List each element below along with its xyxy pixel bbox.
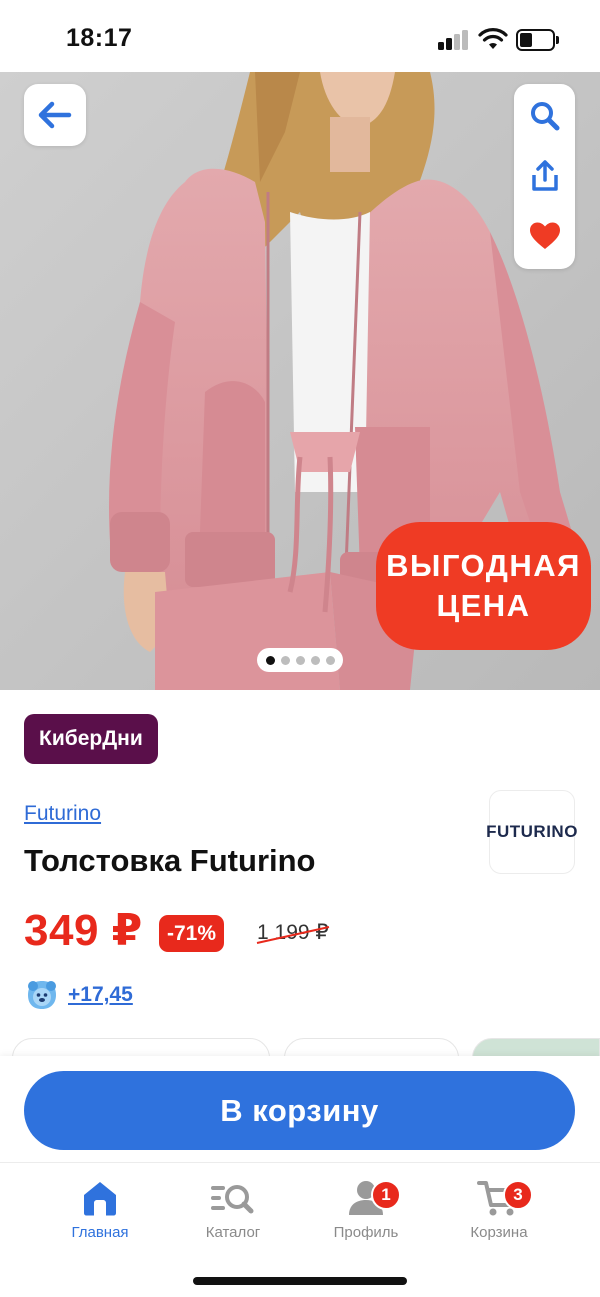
pagination-dot[interactable]	[310, 655, 320, 665]
search-button[interactable]	[514, 86, 575, 146]
bonus-points-link[interactable]: +17,45	[68, 983, 133, 1007]
nav-item-home[interactable]: Главная	[45, 1176, 155, 1246]
old-price-strikethrough	[256, 926, 330, 944]
signal-icon	[438, 30, 470, 50]
nav-item-catalog[interactable]: Каталог	[178, 1176, 288, 1246]
battery-icon	[516, 29, 560, 51]
favorite-button[interactable]	[514, 206, 575, 266]
heart-icon	[529, 222, 560, 249]
current-price: 349 ₽	[24, 906, 143, 955]
promo-line1: ВЫГОДНАЯ	[386, 548, 581, 583]
status-time: 18:17	[66, 24, 133, 52]
catalog-search-icon	[178, 1176, 288, 1220]
profile-icon	[311, 1176, 421, 1220]
brand-logo[interactable]: FUTURINO	[486, 790, 577, 874]
bonus-bear-icon	[28, 981, 56, 1009]
nav-label: Главная	[71, 1224, 129, 1241]
product-actions-panel	[514, 84, 575, 269]
share-icon	[531, 160, 558, 191]
product-image-gallery[interactable]: ВЫГОДНАЯ ЦЕНА	[0, 72, 600, 690]
wifi-icon	[478, 28, 508, 49]
pagination-dot[interactable]	[295, 655, 305, 665]
promo-sticker: ВЫГОДНАЯ ЦЕНА	[376, 522, 591, 650]
discount-badge: -71%	[159, 915, 225, 952]
pagination-dot[interactable]	[265, 655, 275, 665]
profile-notification-badge: 1	[371, 1180, 401, 1210]
home-indicator[interactable]	[193, 1277, 407, 1285]
pagination-dot[interactable]	[325, 655, 335, 665]
nav-label: Профиль	[333, 1224, 399, 1241]
back-button[interactable]	[24, 84, 86, 146]
nav-item-cart[interactable]: Корзина	[444, 1176, 554, 1246]
search-icon	[530, 102, 559, 131]
arrow-left-icon	[38, 101, 72, 129]
cart-count-badge: 3	[503, 1180, 533, 1210]
status-bar: 18:17	[0, 0, 600, 72]
share-button[interactable]	[514, 146, 575, 206]
pagination-dot[interactable]	[280, 655, 290, 665]
nav-label: Корзина	[470, 1224, 528, 1241]
product-title: Толстовка Futurino	[24, 843, 316, 878]
gallery-pagination	[257, 648, 343, 672]
home-icon	[45, 1176, 155, 1220]
nav-item-profile[interactable]: Профиль	[311, 1176, 421, 1246]
promo-badge[interactable]: КиберДни	[24, 714, 158, 764]
cart-icon	[444, 1176, 554, 1220]
nav-label: Каталог	[205, 1224, 261, 1241]
brand-link[interactable]: Futurino	[24, 802, 101, 826]
add-to-cart-button[interactable]: В корзину	[24, 1071, 575, 1150]
promo-line2: ЦЕНА	[436, 588, 531, 623]
